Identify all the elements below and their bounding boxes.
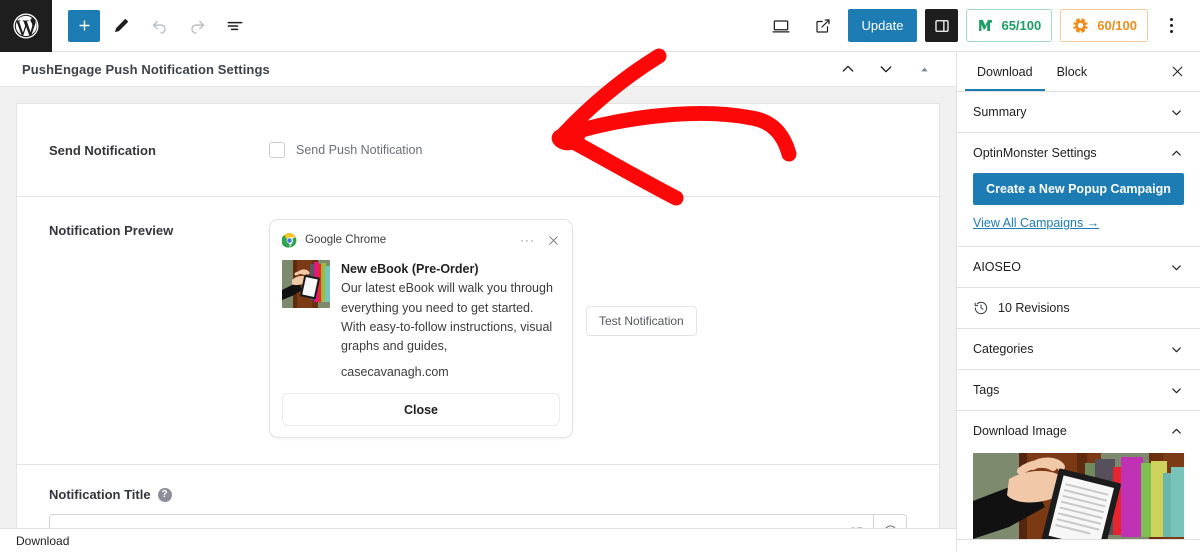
sidebar-item-aioseo[interactable]: AIOSEO bbox=[973, 247, 1184, 287]
notification-description: Our latest eBook will walk you through e… bbox=[341, 279, 560, 357]
wordpress-logo-icon[interactable] bbox=[0, 0, 52, 52]
sidebar-section-summary: Summary bbox=[957, 92, 1200, 133]
settings-canvas: Send Notification Send Push Notification… bbox=[0, 87, 956, 552]
kebab-menu-icon[interactable] bbox=[1156, 9, 1186, 42]
send-push-notification-checkbox-group[interactable]: Send Push Notification bbox=[269, 142, 422, 158]
close-x-icon[interactable] bbox=[547, 234, 560, 247]
notification-body: New eBook (Pre-Order) Our latest eBook w… bbox=[282, 260, 560, 382]
notification-preview-label: Notification Preview bbox=[49, 219, 269, 238]
chevron-up-icon-download-image bbox=[1169, 424, 1184, 439]
send-notification-row: Send Notification Send Push Notification bbox=[17, 104, 939, 196]
notification-preview-row: Notification Preview bbox=[17, 197, 939, 464]
chevron-down-icon-aioseo bbox=[1169, 260, 1184, 275]
sidebar-item-download-image[interactable]: Download Image bbox=[973, 411, 1184, 451]
sidebar-item-categories[interactable]: Categories bbox=[973, 329, 1184, 369]
sidebar-section-categories: Categories bbox=[957, 329, 1200, 370]
clock-icon bbox=[973, 300, 989, 316]
sidebar-item-label-download-image: Download Image bbox=[973, 424, 1067, 438]
settings-sidebar-toggle-button[interactable] bbox=[925, 9, 958, 42]
create-new-popup-campaign-button[interactable]: Create a New Popup Campaign bbox=[973, 173, 1184, 205]
sidebar-item-summary[interactable]: Summary bbox=[973, 92, 1184, 132]
sidebar-tabs: Download Block bbox=[957, 52, 1200, 92]
panel-header-controls bbox=[836, 57, 956, 81]
sidebar-section-tags: Tags bbox=[957, 370, 1200, 411]
ellipsis-icon[interactable]: ··· bbox=[520, 234, 535, 246]
triangle-up-icon[interactable] bbox=[912, 57, 936, 81]
notification-title-label: Notification Title bbox=[49, 487, 151, 502]
notification-header: Google Chrome ··· bbox=[282, 230, 560, 250]
sidebar-section-download-image: Download Image bbox=[957, 411, 1200, 540]
optinmonster-body: Create a New Popup Campaign View All Cam… bbox=[973, 173, 1184, 246]
toolbar-left-controls bbox=[52, 9, 252, 43]
sidebar-section-optinmonster: OptinMonster Settings Create a New Popup… bbox=[957, 133, 1200, 247]
page-title: PushEngage Push Notification Settings bbox=[22, 62, 270, 77]
chevron-up-icon[interactable] bbox=[836, 57, 860, 81]
sidebar-item-revisions[interactable]: 10 Revisions bbox=[973, 288, 1184, 328]
close-sidebar-icon[interactable] bbox=[1162, 57, 1192, 87]
edit-tools-button[interactable] bbox=[104, 9, 138, 43]
wordpress-block-editor: Update 65/100 bbox=[0, 0, 1200, 552]
notification-close-button[interactable]: Close bbox=[282, 393, 560, 426]
list-view-icon[interactable] bbox=[218, 9, 252, 43]
chevron-down-icon-categories bbox=[1169, 342, 1184, 357]
readability-score-value: 60/100 bbox=[1097, 18, 1137, 33]
readability-score-badge[interactable]: 60/100 bbox=[1060, 9, 1148, 42]
send-push-notification-label: Send Push Notification bbox=[296, 143, 422, 157]
tab-download[interactable]: Download bbox=[965, 52, 1045, 91]
notification-header-actions: ··· bbox=[520, 234, 560, 247]
aioseo-checkmark-icon bbox=[977, 17, 994, 34]
seo-score-badge[interactable]: 65/100 bbox=[966, 9, 1052, 42]
tab-block[interactable]: Block bbox=[1045, 52, 1100, 91]
sidebar-item-optinmonster-settings[interactable]: OptinMonster Settings bbox=[973, 133, 1184, 173]
editor-breadcrumb-bar: Download bbox=[0, 528, 956, 552]
sidebar-item-tags[interactable]: Tags bbox=[973, 370, 1184, 410]
sidebar-section-aioseo: AIOSEO bbox=[957, 247, 1200, 288]
settings-sidebar: Download Block Summary OptinMonster Sett… bbox=[956, 52, 1200, 552]
editor-canvas-area: PushEngage Push Notification Settings Se… bbox=[0, 52, 956, 552]
send-notification-card: Send Notification Send Push Notification bbox=[16, 103, 940, 197]
chevron-down-icon[interactable] bbox=[874, 57, 898, 81]
sidebar-item-label-tags: Tags bbox=[973, 383, 999, 397]
ebook-bookshelf-thumbnail bbox=[282, 260, 330, 308]
sidebar-item-label-categories: Categories bbox=[973, 342, 1033, 356]
undo-arrow-icon[interactable] bbox=[142, 9, 176, 43]
notification-title-label-row: Notification Title ? bbox=[49, 487, 907, 502]
add-block-button[interactable] bbox=[68, 10, 100, 42]
send-notification-label: Send Notification bbox=[49, 143, 269, 158]
seo-score-value: 65/100 bbox=[1001, 18, 1041, 33]
update-button[interactable]: Update bbox=[848, 9, 918, 42]
view-all-campaigns-link[interactable]: View All Campaigns → bbox=[973, 216, 1099, 230]
redo-arrow-icon[interactable] bbox=[180, 9, 214, 43]
sidebar-item-label-summary: Summary bbox=[973, 105, 1026, 119]
notification-title: New eBook (Pre-Order) bbox=[341, 260, 560, 278]
editor-top-toolbar: Update 65/100 bbox=[0, 0, 1200, 52]
external-link-icon[interactable] bbox=[806, 9, 840, 43]
sidebar-item-label-optinmonster: OptinMonster Settings bbox=[973, 146, 1097, 160]
chrome-notification-preview: Google Chrome ··· bbox=[269, 219, 573, 438]
test-notification-button[interactable]: Test Notification bbox=[586, 306, 697, 336]
pushengage-panel-header: PushEngage Push Notification Settings bbox=[0, 52, 956, 87]
chevron-down-icon-summary bbox=[1169, 105, 1184, 120]
send-push-notification-checkbox[interactable] bbox=[269, 142, 285, 158]
sidebar-item-label-revisions: 10 Revisions bbox=[998, 301, 1070, 315]
aioseo-gear-icon bbox=[1071, 16, 1090, 35]
notification-domain: casecavanagh.com bbox=[341, 363, 560, 382]
download-image-thumbnail[interactable] bbox=[973, 453, 1184, 539]
desktop-preview-icon[interactable] bbox=[764, 9, 798, 43]
chevron-up-icon-optinmonster bbox=[1169, 146, 1184, 161]
notification-source: Google Chrome bbox=[305, 234, 386, 246]
notification-preview-card: Notification Preview bbox=[16, 197, 940, 465]
chevron-down-icon-tags bbox=[1169, 383, 1184, 398]
notification-text-block: New eBook (Pre-Order) Our latest eBook w… bbox=[341, 260, 560, 382]
sidebar-section-revisions: 10 Revisions bbox=[957, 288, 1200, 329]
test-notification-wrapper: Test Notification bbox=[573, 219, 697, 336]
sidebar-item-label-aioseo: AIOSEO bbox=[973, 260, 1021, 274]
help-question-icon[interactable]: ? bbox=[158, 488, 172, 502]
chrome-logo-icon bbox=[282, 233, 297, 248]
breadcrumb[interactable]: Download bbox=[16, 534, 69, 548]
toolbar-right-controls: Update 65/100 bbox=[764, 9, 1200, 43]
